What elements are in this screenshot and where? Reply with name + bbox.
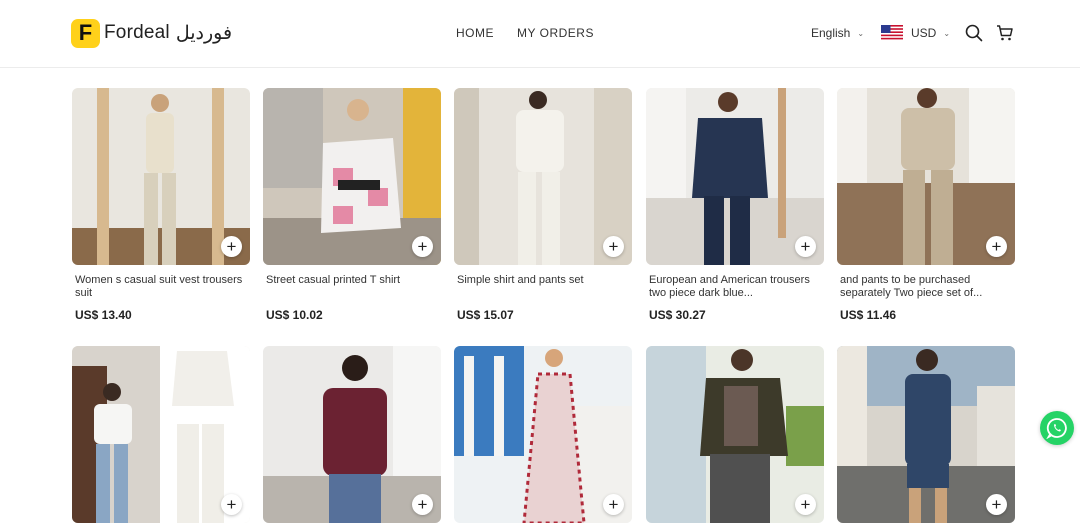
- product-image[interactable]: +: [72, 88, 250, 265]
- main-nav: HOME MY ORDERS: [456, 26, 594, 40]
- product-card[interactable]: + Women s casual suit vest trousers suit…: [72, 88, 250, 322]
- language-selector[interactable]: English ⌄: [811, 26, 864, 40]
- product-name[interactable]: European and American trousers two piece…: [649, 274, 821, 300]
- product-name[interactable]: Simple shirt and pants set: [457, 274, 629, 300]
- product-price: US$ 13.40: [75, 308, 132, 322]
- product-image[interactable]: +: [837, 88, 1015, 265]
- product-image[interactable]: +: [72, 346, 250, 523]
- product-card[interactable]: +: [72, 346, 250, 523]
- cart-icon[interactable]: [996, 24, 1014, 42]
- product-price: US$ 30.27: [649, 308, 706, 322]
- whatsapp-button[interactable]: [1040, 411, 1074, 445]
- whatsapp-icon: [1046, 418, 1067, 439]
- brand-name: Fordeal: [104, 22, 170, 43]
- add-to-cart-button[interactable]: +: [795, 494, 816, 515]
- nav-my-orders[interactable]: MY ORDERS: [517, 26, 594, 40]
- product-card[interactable]: +: [263, 346, 441, 523]
- product-name[interactable]: Street casual printed T shirt: [266, 274, 438, 300]
- product-image[interactable]: +: [263, 88, 441, 265]
- product-image[interactable]: +: [454, 88, 632, 265]
- product-card[interactable]: + and pants to be purchased separately T…: [837, 88, 1015, 322]
- add-to-cart-button[interactable]: +: [412, 494, 433, 515]
- product-card[interactable]: +: [837, 346, 1015, 523]
- add-to-cart-button[interactable]: +: [795, 236, 816, 257]
- add-to-cart-button[interactable]: +: [221, 236, 242, 257]
- product-card[interactable]: +: [454, 346, 632, 523]
- product-image[interactable]: +: [646, 88, 824, 265]
- site-header: F Fordeal فورديل HOME MY ORDERS English …: [0, 0, 1080, 68]
- product-image[interactable]: +: [837, 346, 1015, 523]
- search-icon[interactable]: [965, 24, 983, 42]
- add-to-cart-button[interactable]: +: [986, 494, 1007, 515]
- add-to-cart-button[interactable]: +: [221, 494, 242, 515]
- chevron-down-icon: ⌄: [943, 28, 951, 38]
- logo-badge: F: [71, 18, 100, 48]
- add-to-cart-button[interactable]: +: [603, 494, 624, 515]
- product-card[interactable]: + European and American trousers two pie…: [646, 88, 824, 322]
- add-to-cart-button[interactable]: +: [986, 236, 1007, 257]
- product-image[interactable]: +: [646, 346, 824, 523]
- product-name[interactable]: and pants to be purchased separately Two…: [840, 274, 1012, 300]
- add-to-cart-button[interactable]: +: [603, 236, 624, 257]
- brand-name-arabic: فورديل: [175, 22, 233, 44]
- product-price: US$ 10.02: [266, 308, 323, 322]
- us-flag-icon[interactable]: [881, 25, 903, 40]
- product-card[interactable]: + Street casual printed T shirt US$ 10.0…: [263, 88, 441, 322]
- currency-label: USD: [911, 26, 937, 40]
- chevron-down-icon: ⌄: [857, 28, 865, 38]
- product-image[interactable]: +: [263, 346, 441, 523]
- nav-home[interactable]: HOME: [456, 26, 494, 40]
- product-price: US$ 11.46: [840, 308, 897, 322]
- product-price: US$ 15.07: [457, 308, 514, 322]
- brand-logo[interactable]: F Fordeal فورديل: [71, 18, 232, 48]
- product-image[interactable]: +: [454, 346, 632, 523]
- add-to-cart-button[interactable]: +: [412, 236, 433, 257]
- currency-selector[interactable]: USD ⌄: [911, 26, 950, 40]
- language-label: English: [811, 26, 851, 40]
- product-name[interactable]: Women s casual suit vest trousers suit: [75, 274, 247, 300]
- product-card[interactable]: +: [646, 346, 824, 523]
- product-card[interactable]: + Simple shirt and pants set US$ 15.07: [454, 88, 632, 322]
